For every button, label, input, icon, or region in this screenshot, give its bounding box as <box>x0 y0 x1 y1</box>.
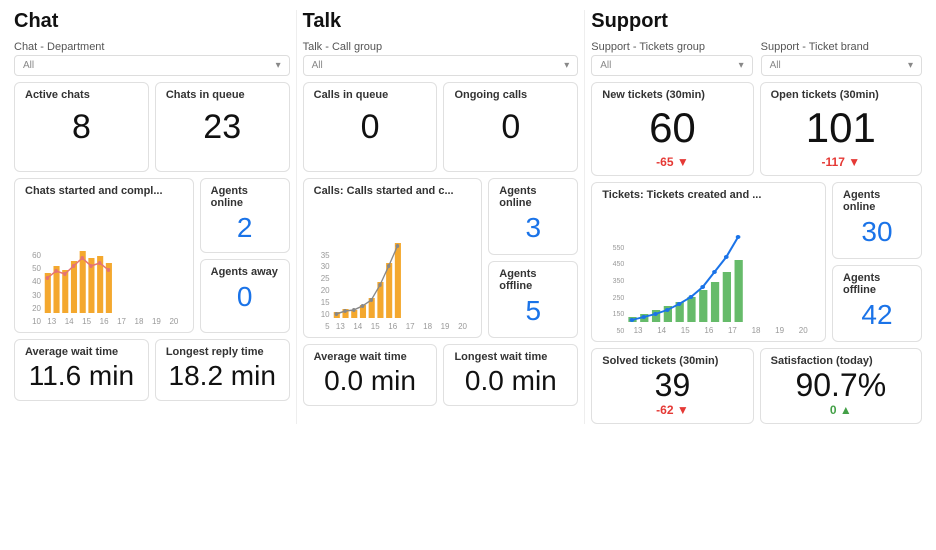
chats-queue-value: 23 <box>166 101 279 154</box>
support-chevron1-icon: ▾ <box>739 60 744 71</box>
talk-callgroup-select[interactable]: All ▾ <box>303 55 579 76</box>
chat-agents-away-label: Agents away <box>211 266 279 278</box>
support-bottom-row: Solved tickets (30min) 39 -62 Satisfacti… <box>591 348 922 424</box>
talk-agents-offline-label: Agents offline <box>499 268 567 292</box>
chat-longest-reply-label: Longest reply time <box>166 346 279 358</box>
new-tickets-card: New tickets (30min) 60 -65 <box>591 82 753 176</box>
support-filter2-label: Support - Ticket brand <box>761 41 922 53</box>
chat-chart-card: Chats started and compl... 60 50 40 30 2… <box>14 178 194 333</box>
chat-filters: Chat - Department All ▾ <box>14 41 290 76</box>
talk-agents-online-value: 3 <box>499 209 567 248</box>
talk-agents-online-label: Agents online <box>499 185 567 209</box>
support-filter2-value: All <box>770 60 781 71</box>
support-agents-offline-value: 42 <box>843 296 911 335</box>
talk-agents-offline-card: Agents offline 5 <box>488 261 578 338</box>
satisfaction-delta: 0 <box>771 403 911 417</box>
active-chats-value: 8 <box>25 101 138 154</box>
chat-title: Chat <box>14 10 290 33</box>
talk-longest-wait-label: Longest wait time <box>454 351 567 363</box>
chat-department-select[interactable]: All ▾ <box>14 55 290 76</box>
talk-longest-wait-value: 0.0 min <box>454 363 567 399</box>
active-chats-card: Active chats 8 <box>14 82 149 172</box>
talk-avg-wait-card: Average wait time 0.0 min <box>303 344 438 406</box>
support-agents-offline-label: Agents offline <box>843 272 911 296</box>
open-tickets-card: Open tickets (30min) 101 -117 <box>760 82 922 176</box>
support-chart-card: Tickets: Tickets created and ... 550 450… <box>591 182 826 342</box>
chats-queue-label: Chats in queue <box>166 89 279 101</box>
talk-agents-offline-value: 5 <box>499 292 567 331</box>
ongoing-calls-value: 0 <box>454 101 567 154</box>
calls-queue-card: Calls in queue 0 <box>303 82 438 172</box>
calls-queue-value: 0 <box>314 101 427 154</box>
support-title: Support <box>591 10 922 33</box>
chat-agents-away-card: Agents away 0 <box>200 259 290 334</box>
support-agents-offline-card: Agents offline 42 <box>832 265 922 342</box>
chat-longest-reply-card: Longest reply time 18.2 min <box>155 339 290 401</box>
support-section: Support Support - Tickets group All ▾ Su… <box>585 10 928 424</box>
satisfaction-card: Satisfaction (today) 90.7% 0 <box>760 348 922 424</box>
talk-filters: Talk - Call group All ▾ <box>303 41 579 76</box>
chat-chart-svg <box>43 238 183 313</box>
chat-avg-wait-label: Average wait time <box>25 346 138 358</box>
support-filter1-label: Support - Tickets group <box>591 41 752 53</box>
support-tickets-group-select[interactable]: All ▾ <box>591 55 752 76</box>
chat-avg-wait-value: 11.6 min <box>25 358 138 394</box>
ongoing-calls-card: Ongoing calls 0 <box>443 82 578 172</box>
chat-agents-online-label: Agents online <box>211 185 279 209</box>
chat-longest-reply-value: 18.2 min <box>166 358 279 394</box>
support-agents-online-card: Agents online 30 <box>832 182 922 259</box>
solved-tickets-label: Solved tickets (30min) <box>602 355 742 367</box>
talk-chart-label: Calls: Calls started and c... <box>314 185 472 197</box>
support-chart-svg <box>626 232 815 322</box>
solved-tickets-delta: -62 <box>602 403 742 417</box>
talk-avg-wait-value: 0.0 min <box>314 363 427 399</box>
support-agents-online-value: 30 <box>843 213 911 252</box>
talk-chevron-icon: ▾ <box>564 60 569 71</box>
open-tickets-delta: -117 <box>771 155 911 169</box>
solved-tickets-value: 39 <box>602 367 742 403</box>
support-ticket-brand-select[interactable]: All ▾ <box>761 55 922 76</box>
solved-tickets-card: Solved tickets (30min) 39 -62 <box>591 348 753 424</box>
active-chats-label: Active chats <box>25 89 138 101</box>
talk-bottom-row: Average wait time 0.0 min Longest wait t… <box>303 344 579 406</box>
chat-filter-value: All <box>23 60 34 71</box>
chat-chart-label: Chats started and compl... <box>25 185 183 197</box>
new-tickets-delta: -65 <box>602 155 742 169</box>
chat-agents-away-value: 0 <box>211 278 279 317</box>
talk-longest-wait-card: Longest wait time 0.0 min <box>443 344 578 406</box>
satisfaction-value: 90.7% <box>771 367 911 403</box>
open-tickets-value: 101 <box>771 101 911 155</box>
support-agents-online-label: Agents online <box>843 189 911 213</box>
talk-filter-label: Talk - Call group <box>303 41 579 53</box>
support-chart-label: Tickets: Tickets created and ... <box>602 189 815 201</box>
calls-queue-label: Calls in queue <box>314 89 427 101</box>
talk-section: Talk Talk - Call group All ▾ Calls in qu… <box>297 10 586 424</box>
talk-filter-value: All <box>312 60 323 71</box>
chat-avg-wait-card: Average wait time 11.6 min <box>14 339 149 401</box>
talk-agents-online-card: Agents online 3 <box>488 178 578 255</box>
talk-avg-wait-label: Average wait time <box>314 351 427 363</box>
chat-filter-label: Chat - Department <box>14 41 290 53</box>
ongoing-calls-label: Ongoing calls <box>454 89 567 101</box>
talk-chart-svg <box>332 238 472 318</box>
chat-chevron-icon: ▾ <box>276 60 281 71</box>
talk-chart-card: Calls: Calls started and c... 35 30 25 2… <box>303 178 483 338</box>
support-filter1-value: All <box>600 60 611 71</box>
support-chevron2-icon: ▾ <box>908 60 913 71</box>
new-tickets-label: New tickets (30min) <box>602 89 742 101</box>
chat-section: Chat Chat - Department All ▾ Active chat… <box>8 10 297 424</box>
open-tickets-label: Open tickets (30min) <box>771 89 911 101</box>
chats-queue-card: Chats in queue 23 <box>155 82 290 172</box>
chat-bottom-row: Average wait time 11.6 min Longest reply… <box>14 339 290 401</box>
chat-agents-online-value: 2 <box>211 209 279 248</box>
talk-title: Talk <box>303 10 579 33</box>
chat-agents-online-card: Agents online 2 <box>200 178 290 253</box>
satisfaction-label: Satisfaction (today) <box>771 355 911 367</box>
new-tickets-value: 60 <box>602 101 742 155</box>
